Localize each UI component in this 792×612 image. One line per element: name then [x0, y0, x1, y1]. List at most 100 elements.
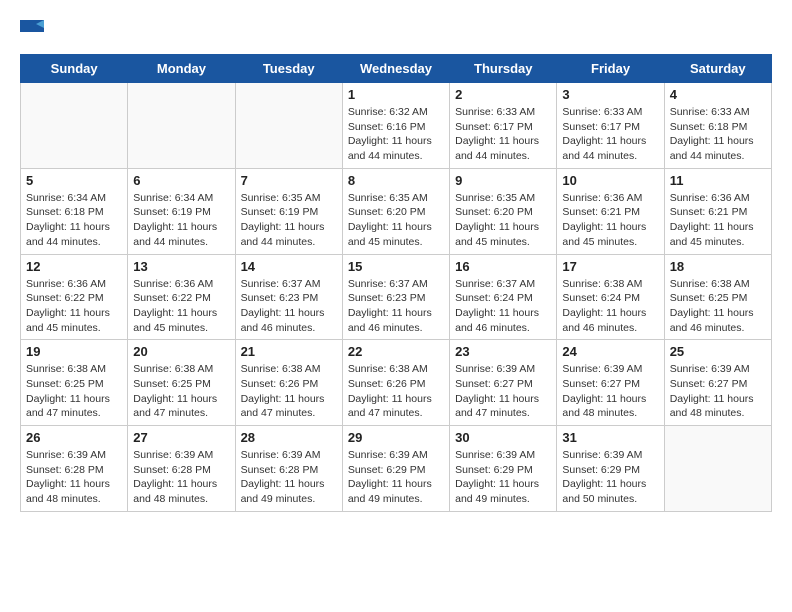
day-number: 29 [348, 430, 444, 445]
calendar-cell [235, 83, 342, 169]
weekday-header-monday: Monday [128, 55, 235, 83]
calendar-cell: 26 Sunrise: 6:39 AMSunset: 6:28 PMDayligh… [21, 426, 128, 512]
logo [20, 20, 48, 44]
calendar-cell [664, 426, 771, 512]
calendar-cell: 31Sunrise: 6:39 AMSunset: 6:29 PMDayligh… [557, 426, 664, 512]
weekday-header-thursday: Thursday [450, 55, 557, 83]
calendar-cell: 14 Sunrise: 6:37 AMSunset: 6:23 PMDayligh… [235, 254, 342, 340]
calendar-cell: 2Sunrise: 6:33 AMSunset: 6:17 PMDaylight… [450, 83, 557, 169]
day-info: Sunrise: 6:38 AMSunset: 6:24 PMDaylight:… [562, 277, 658, 336]
weekday-header-tuesday: Tuesday [235, 55, 342, 83]
calendar-cell: 13 Sunrise: 6:36 AMSunset: 6:22 PMDayligh… [128, 254, 235, 340]
day-number: 16 [455, 259, 551, 274]
day-info: Sunrise: 6:39 AMSunset: 6:28 PMDaylight:… [26, 448, 122, 507]
day-number: 5 [26, 173, 122, 188]
day-info: Sunrise: 6:36 AMSunset: 6:22 PMDaylight:… [133, 277, 229, 336]
calendar-cell: 15 Sunrise: 6:37 AMSunset: 6:23 PMDayligh… [342, 254, 449, 340]
day-number: 25 [670, 344, 766, 359]
calendar-cell: 19Sunrise: 6:38 AMSunset: 6:25 PMDayligh… [21, 340, 128, 426]
weekday-header-sunday: Sunday [21, 55, 128, 83]
calendar-cell: 29 Sunrise: 6:39 AMSunset: 6:29 PMDayligh… [342, 426, 449, 512]
day-number: 6 [133, 173, 229, 188]
calendar-cell: 9 Sunrise: 6:35 AMSunset: 6:20 PMDaylight… [450, 168, 557, 254]
day-number: 21 [241, 344, 337, 359]
day-number: 4 [670, 87, 766, 102]
day-info: Sunrise: 6:39 AMSunset: 6:27 PMDaylight:… [670, 362, 766, 421]
weekday-header-row: SundayMondayTuesdayWednesdayThursdayFrid… [21, 55, 772, 83]
day-info: Sunrise: 6:37 AMSunset: 6:23 PMDaylight:… [241, 277, 337, 336]
day-info: Sunrise: 6:39 AMSunset: 6:28 PMDaylight:… [133, 448, 229, 507]
calendar-cell: 1Sunrise: 6:32 AMSunset: 6:16 PMDaylight… [342, 83, 449, 169]
day-number: 23 [455, 344, 551, 359]
day-info: Sunrise: 6:39 AMSunset: 6:29 PMDaylight:… [455, 448, 551, 507]
day-info: Sunrise: 6:36 AMSunset: 6:21 PMDaylight:… [562, 191, 658, 250]
day-info: Sunrise: 6:37 AMSunset: 6:23 PMDaylight:… [348, 277, 444, 336]
day-info: Sunrise: 6:39 AMSunset: 6:29 PMDaylight:… [348, 448, 444, 507]
day-info: Sunrise: 6:39 AMSunset: 6:27 PMDaylight:… [455, 362, 551, 421]
day-info: Sunrise: 6:38 AMSunset: 6:26 PMDaylight:… [241, 362, 337, 421]
calendar-cell: 25 Sunrise: 6:39 AMSunset: 6:27 PMDayligh… [664, 340, 771, 426]
calendar-cell: 16 Sunrise: 6:37 AMSunset: 6:24 PMDayligh… [450, 254, 557, 340]
day-info: Sunrise: 6:34 AMSunset: 6:19 PMDaylight:… [133, 191, 229, 250]
calendar-cell: 21 Sunrise: 6:38 AMSunset: 6:26 PMDayligh… [235, 340, 342, 426]
day-number: 14 [241, 259, 337, 274]
calendar-cell: 23 Sunrise: 6:39 AMSunset: 6:27 PMDayligh… [450, 340, 557, 426]
day-number: 24 [562, 344, 658, 359]
day-info: Sunrise: 6:35 AMSunset: 6:19 PMDaylight:… [241, 191, 337, 250]
logo-icon [20, 20, 44, 44]
day-number: 7 [241, 173, 337, 188]
weekday-header-friday: Friday [557, 55, 664, 83]
day-info: Sunrise: 6:36 AMSunset: 6:22 PMDaylight:… [26, 277, 122, 336]
day-info: Sunrise: 6:37 AMSunset: 6:24 PMDaylight:… [455, 277, 551, 336]
day-info: Sunrise: 6:32 AMSunset: 6:16 PMDaylight:… [348, 105, 444, 164]
day-number: 17 [562, 259, 658, 274]
calendar-cell: 8 Sunrise: 6:35 AMSunset: 6:20 PMDaylight… [342, 168, 449, 254]
day-number: 26 [26, 430, 122, 445]
day-info: Sunrise: 6:38 AMSunset: 6:25 PMDaylight:… [26, 362, 122, 421]
calendar: SundayMondayTuesdayWednesdayThursdayFrid… [20, 54, 772, 512]
calendar-cell: 6 Sunrise: 6:34 AMSunset: 6:19 PMDaylight… [128, 168, 235, 254]
calendar-cell: 30 Sunrise: 6:39 AMSunset: 6:29 PMDayligh… [450, 426, 557, 512]
day-number: 18 [670, 259, 766, 274]
calendar-cell: 24 Sunrise: 6:39 AMSunset: 6:27 PMDayligh… [557, 340, 664, 426]
calendar-cell: 3Sunrise: 6:33 AMSunset: 6:17 PMDaylight… [557, 83, 664, 169]
calendar-week-5: 26 Sunrise: 6:39 AMSunset: 6:28 PMDayligh… [21, 426, 772, 512]
day-number: 20 [133, 344, 229, 359]
day-info: Sunrise: 6:36 AMSunset: 6:21 PMDaylight:… [670, 191, 766, 250]
calendar-body: 1Sunrise: 6:32 AMSunset: 6:16 PMDaylight… [21, 83, 772, 512]
day-number: 12 [26, 259, 122, 274]
calendar-week-4: 19Sunrise: 6:38 AMSunset: 6:25 PMDayligh… [21, 340, 772, 426]
day-number: 11 [670, 173, 766, 188]
calendar-cell: 11 Sunrise: 6:36 AMSunset: 6:21 PMDayligh… [664, 168, 771, 254]
day-number: 2 [455, 87, 551, 102]
calendar-week-1: 1Sunrise: 6:32 AMSunset: 6:16 PMDaylight… [21, 83, 772, 169]
day-info: Sunrise: 6:39 AMSunset: 6:27 PMDaylight:… [562, 362, 658, 421]
calendar-cell [21, 83, 128, 169]
weekday-header-saturday: Saturday [664, 55, 771, 83]
calendar-cell: 27Sunrise: 6:39 AMSunset: 6:28 PMDayligh… [128, 426, 235, 512]
day-info: Sunrise: 6:35 AMSunset: 6:20 PMDaylight:… [348, 191, 444, 250]
calendar-cell: 10 Sunrise: 6:36 AMSunset: 6:21 PMDayligh… [557, 168, 664, 254]
calendar-cell [128, 83, 235, 169]
day-number: 9 [455, 173, 551, 188]
day-number: 13 [133, 259, 229, 274]
day-info: Sunrise: 6:33 AMSunset: 6:18 PMDaylight:… [670, 105, 766, 164]
day-info: Sunrise: 6:38 AMSunset: 6:25 PMDaylight:… [670, 277, 766, 336]
page-header [20, 20, 772, 44]
weekday-header-wednesday: Wednesday [342, 55, 449, 83]
day-number: 30 [455, 430, 551, 445]
calendar-week-3: 12 Sunrise: 6:36 AMSunset: 6:22 PMDayligh… [21, 254, 772, 340]
day-info: Sunrise: 6:38 AMSunset: 6:25 PMDaylight:… [133, 362, 229, 421]
day-number: 10 [562, 173, 658, 188]
day-info: Sunrise: 6:39 AMSunset: 6:29 PMDaylight:… [562, 448, 658, 507]
calendar-cell: 12 Sunrise: 6:36 AMSunset: 6:22 PMDayligh… [21, 254, 128, 340]
calendar-cell: 20 Sunrise: 6:38 AMSunset: 6:25 PMDayligh… [128, 340, 235, 426]
day-info: Sunrise: 6:33 AMSunset: 6:17 PMDaylight:… [562, 105, 658, 164]
day-info: Sunrise: 6:35 AMSunset: 6:20 PMDaylight:… [455, 191, 551, 250]
day-number: 22 [348, 344, 444, 359]
calendar-cell: 7 Sunrise: 6:35 AMSunset: 6:19 PMDaylight… [235, 168, 342, 254]
day-info: Sunrise: 6:38 AMSunset: 6:26 PMDaylight:… [348, 362, 444, 421]
day-number: 28 [241, 430, 337, 445]
day-number: 8 [348, 173, 444, 188]
day-number: 15 [348, 259, 444, 274]
